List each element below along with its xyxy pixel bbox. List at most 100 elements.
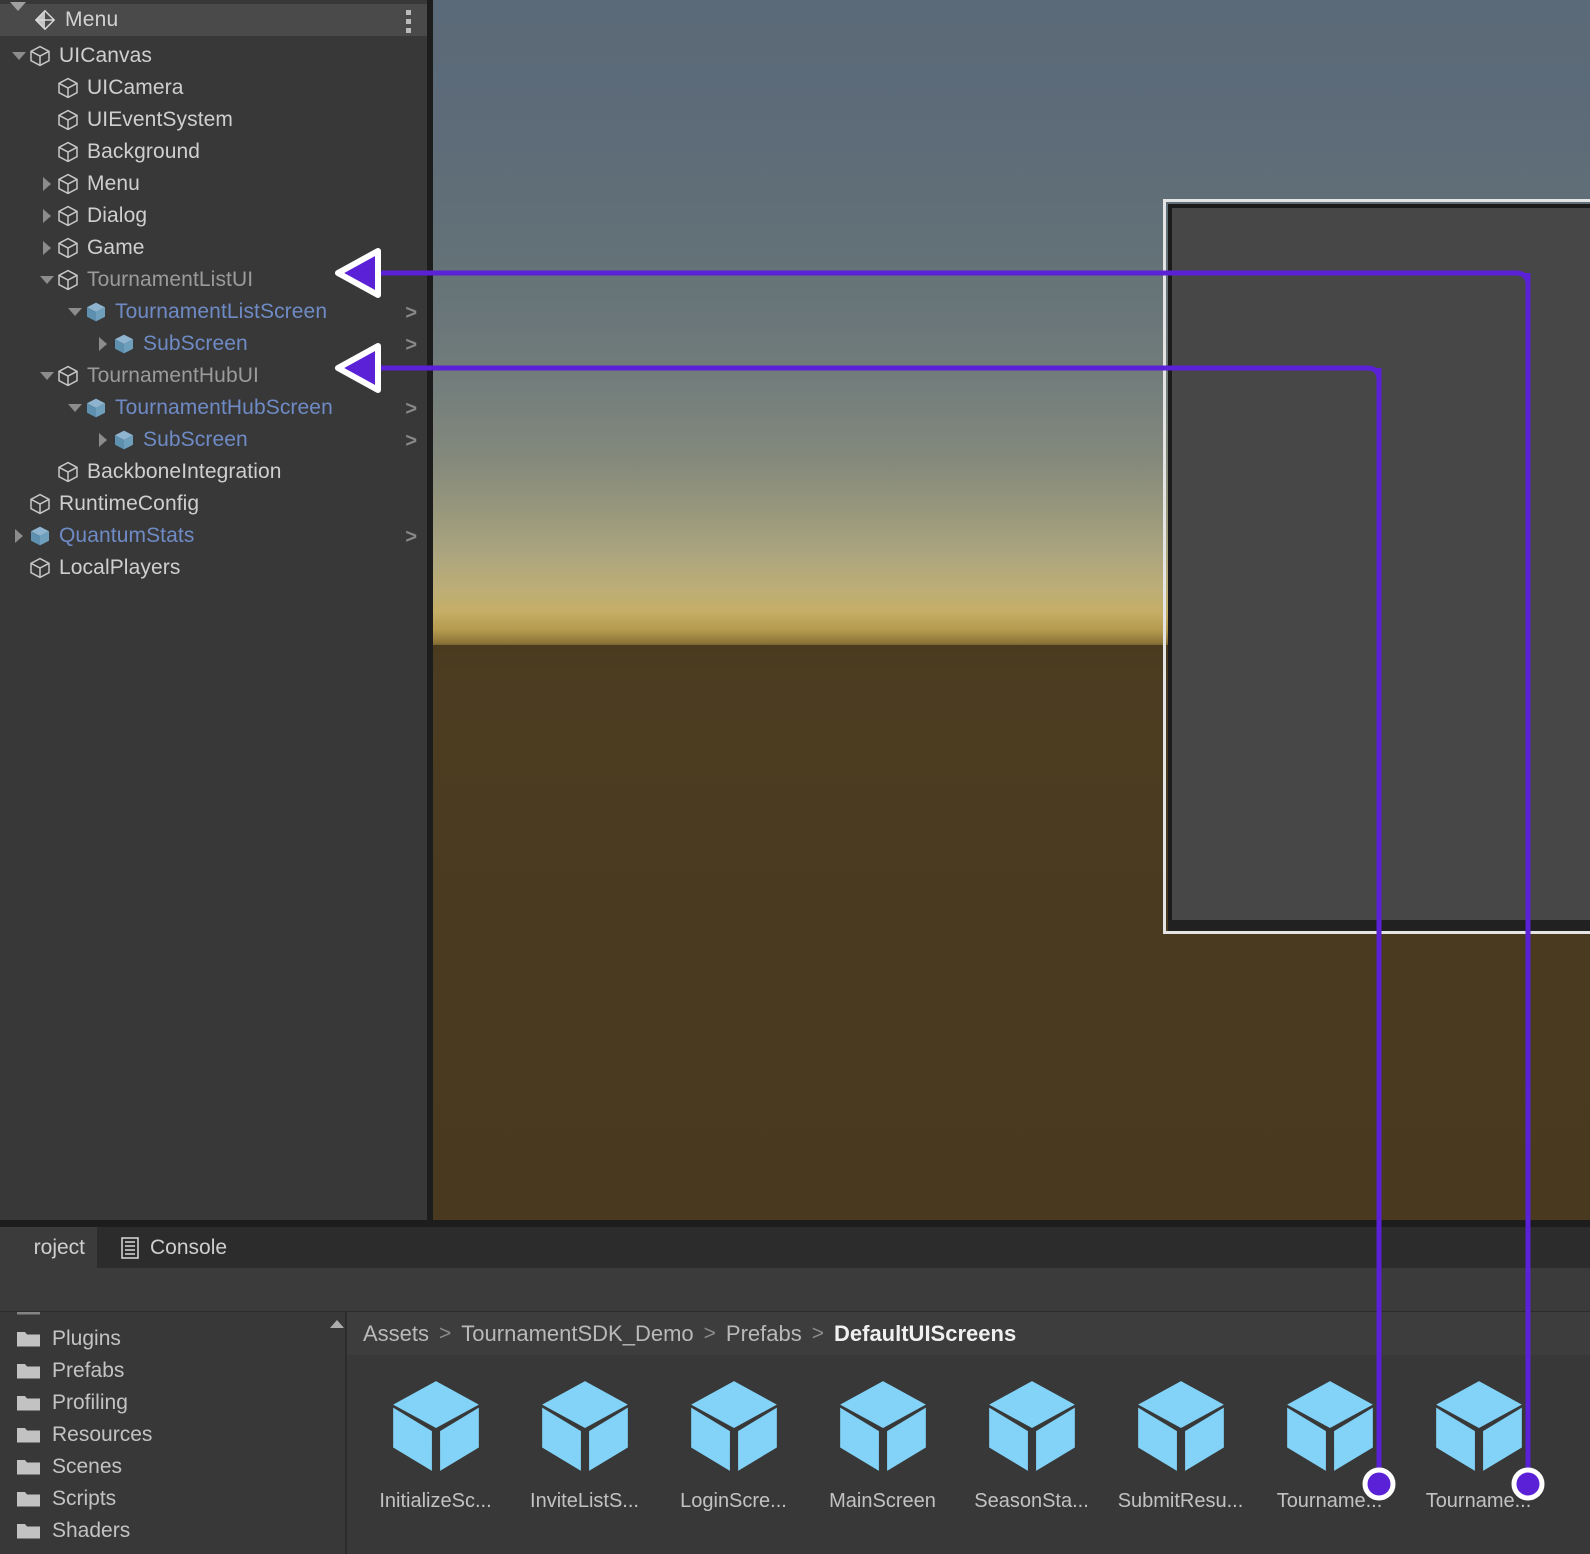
gameobject-cube-icon bbox=[56, 108, 80, 132]
hierarchy-item-tournamenthubscreen[interactable]: TournamentHubScreen > bbox=[0, 392, 427, 424]
folder-tree-scrollbar[interactable] bbox=[326, 1316, 342, 1554]
folder-row-scenes[interactable]: Scenes bbox=[0, 1451, 322, 1483]
folder-row-shaders[interactable]: Shaders bbox=[0, 1515, 322, 1547]
breadcrumb-item-tournamentsdk_demo[interactable]: TournamentSDK_Demo bbox=[461, 1321, 693, 1347]
selection-outline bbox=[1163, 199, 1590, 934]
kebab-menu-icon[interactable] bbox=[405, 10, 411, 37]
breadcrumb-separator: > bbox=[439, 1321, 452, 1345]
folder-row-resources[interactable]: Resources bbox=[0, 1419, 322, 1451]
twisty-icon[interactable] bbox=[94, 431, 112, 449]
gameobject-cube-icon bbox=[56, 172, 80, 196]
prefab-cube-icon bbox=[534, 1374, 636, 1476]
folder-row-plugins[interactable]: Plugins bbox=[0, 1323, 322, 1355]
prefab-cube-icon bbox=[683, 1374, 785, 1476]
hierarchy-item-dialog[interactable]: Dialog bbox=[0, 200, 427, 232]
twisty-icon[interactable] bbox=[10, 47, 28, 65]
folder-row-partial[interactable] bbox=[0, 1312, 322, 1323]
chevron-right-icon[interactable]: > bbox=[405, 430, 417, 453]
hierarchy-item-label: Game bbox=[87, 236, 145, 259]
tab-console[interactable]: Console bbox=[105, 1227, 243, 1268]
hierarchy-item-uieventsystem[interactable]: UIEventSystem bbox=[0, 104, 427, 136]
twisty-icon[interactable] bbox=[38, 239, 56, 257]
folder-label: Profiling bbox=[52, 1391, 128, 1414]
hierarchy-item-menu[interactable]: Menu bbox=[0, 168, 427, 200]
triangle-up-icon[interactable] bbox=[330, 1320, 344, 1328]
hierarchy-item-localplayers[interactable]: LocalPlayers bbox=[0, 552, 427, 584]
asset-item[interactable]: MainScreen bbox=[808, 1364, 957, 1554]
folder-label: Scripts bbox=[52, 1487, 117, 1510]
hierarchy-item-label: TournamentListScreen bbox=[115, 300, 328, 323]
hierarchy-item-label: Menu bbox=[87, 172, 140, 195]
hierarchy-panel: Menu UICanvas UICamera UIEventSystem Backgr… bbox=[0, 0, 427, 1220]
hierarchy-item-uicanvas[interactable]: UICanvas bbox=[0, 40, 427, 72]
twisty-icon bbox=[38, 143, 56, 161]
asset-label: Tourname... bbox=[1425, 1490, 1532, 1512]
tab-project[interactable]: roject bbox=[0, 1227, 97, 1268]
twisty-icon[interactable] bbox=[38, 367, 56, 385]
twisty-icon bbox=[38, 463, 56, 481]
twisty-icon[interactable] bbox=[38, 207, 56, 225]
hierarchy-item-tournamentlistscreen[interactable]: TournamentListScreen > bbox=[0, 296, 427, 328]
folder-row-scripts[interactable]: Scripts bbox=[0, 1483, 322, 1515]
breadcrumb-item-defaultuiscreens[interactable]: DefaultUIScreens bbox=[834, 1321, 1016, 1347]
folder-icon bbox=[16, 1312, 42, 1317]
hierarchy-item-background[interactable]: Background bbox=[0, 136, 427, 168]
prefab-cube-icon bbox=[1130, 1374, 1232, 1476]
twisty-icon[interactable] bbox=[94, 335, 112, 353]
hierarchy-header[interactable]: Menu bbox=[0, 2, 427, 37]
scene-view[interactable] bbox=[433, 0, 1590, 1220]
twisty-icon[interactable] bbox=[66, 303, 84, 321]
breadcrumb-item-assets[interactable]: Assets bbox=[363, 1321, 429, 1347]
asset-item[interactable]: InviteListS... bbox=[510, 1364, 659, 1554]
chevron-right-icon[interactable]: > bbox=[405, 526, 417, 549]
folder-label: Scenes bbox=[52, 1455, 123, 1478]
console-icon bbox=[121, 1236, 139, 1259]
hierarchy-item-tournamenthubui[interactable]: TournamentHubUI bbox=[0, 360, 427, 392]
gameobject-cube-icon bbox=[28, 492, 52, 516]
folder-icon bbox=[16, 1521, 42, 1541]
chevron-right-icon[interactable]: > bbox=[405, 302, 417, 325]
asset-label: SeasonSta... bbox=[974, 1490, 1089, 1512]
hierarchy-item-label: SubScreen bbox=[143, 428, 248, 451]
folder-icon bbox=[16, 1361, 42, 1381]
folder-row-prefabs[interactable]: Prefabs bbox=[0, 1355, 322, 1387]
folder-row-profiling[interactable]: Profiling bbox=[0, 1387, 322, 1419]
folder-icon bbox=[16, 1393, 42, 1413]
hierarchy-item-uicamera[interactable]: UICamera bbox=[0, 72, 427, 104]
hierarchy-item-subscreen[interactable]: SubScreen > bbox=[0, 424, 427, 456]
asset-label: InitializeSc... bbox=[379, 1490, 492, 1512]
project-panel: roject Console Plugins Prefabs Profiling Re… bbox=[0, 1220, 1590, 1554]
unity-scene-icon bbox=[34, 9, 56, 31]
twisty-icon[interactable] bbox=[66, 399, 84, 417]
gameobject-cube-icon bbox=[56, 76, 80, 100]
panel-top-divider bbox=[0, 1220, 1590, 1227]
hierarchy-item-game[interactable]: Game bbox=[0, 232, 427, 264]
chevron-right-icon[interactable]: > bbox=[405, 334, 417, 357]
asset-item[interactable]: SeasonSta... bbox=[957, 1364, 1106, 1554]
asset-item[interactable]: SubmitResu... bbox=[1106, 1364, 1255, 1554]
asset-item[interactable]: Tourname... bbox=[1404, 1364, 1553, 1554]
gameobject-cube-icon bbox=[56, 460, 80, 484]
asset-item[interactable]: LoginScre... bbox=[659, 1364, 808, 1554]
hierarchy-item-quantumstats[interactable]: QuantumStats > bbox=[0, 520, 427, 552]
breadcrumb-item-prefabs[interactable]: Prefabs bbox=[726, 1321, 802, 1347]
panel-tabbar: roject Console bbox=[0, 1227, 1590, 1268]
chevron-right-icon[interactable]: > bbox=[405, 398, 417, 421]
asset-item[interactable]: Tourname... bbox=[1255, 1364, 1404, 1554]
twisty-icon[interactable] bbox=[38, 271, 56, 289]
scene-expand-caret-icon[interactable] bbox=[10, 2, 26, 29]
twisty-icon[interactable] bbox=[38, 175, 56, 193]
folder-label: Plugins bbox=[52, 1327, 121, 1350]
hierarchy-item-runtimeconfig[interactable]: RuntimeConfig bbox=[0, 488, 427, 520]
hierarchy-item-tournamentlistui[interactable]: TournamentListUI bbox=[0, 264, 427, 296]
hierarchy-item-label: UIEventSystem bbox=[87, 108, 234, 131]
scene-name-label: Menu bbox=[65, 8, 119, 31]
hierarchy-tree: UICanvas UICamera UIEventSystem Background M… bbox=[0, 40, 427, 584]
asset-item[interactable]: InitializeSc... bbox=[361, 1364, 510, 1554]
asset-browser: Assets > TournamentSDK_Demo > Prefabs > Defaul… bbox=[347, 1312, 1590, 1554]
hierarchy-item-subscreen[interactable]: SubScreen > bbox=[0, 328, 427, 360]
prefab-cube-icon bbox=[385, 1374, 487, 1476]
hierarchy-item-backboneintegration[interactable]: BackboneIntegration bbox=[0, 456, 427, 488]
project-toolbar[interactable] bbox=[0, 1268, 1590, 1312]
twisty-icon[interactable] bbox=[10, 527, 28, 545]
